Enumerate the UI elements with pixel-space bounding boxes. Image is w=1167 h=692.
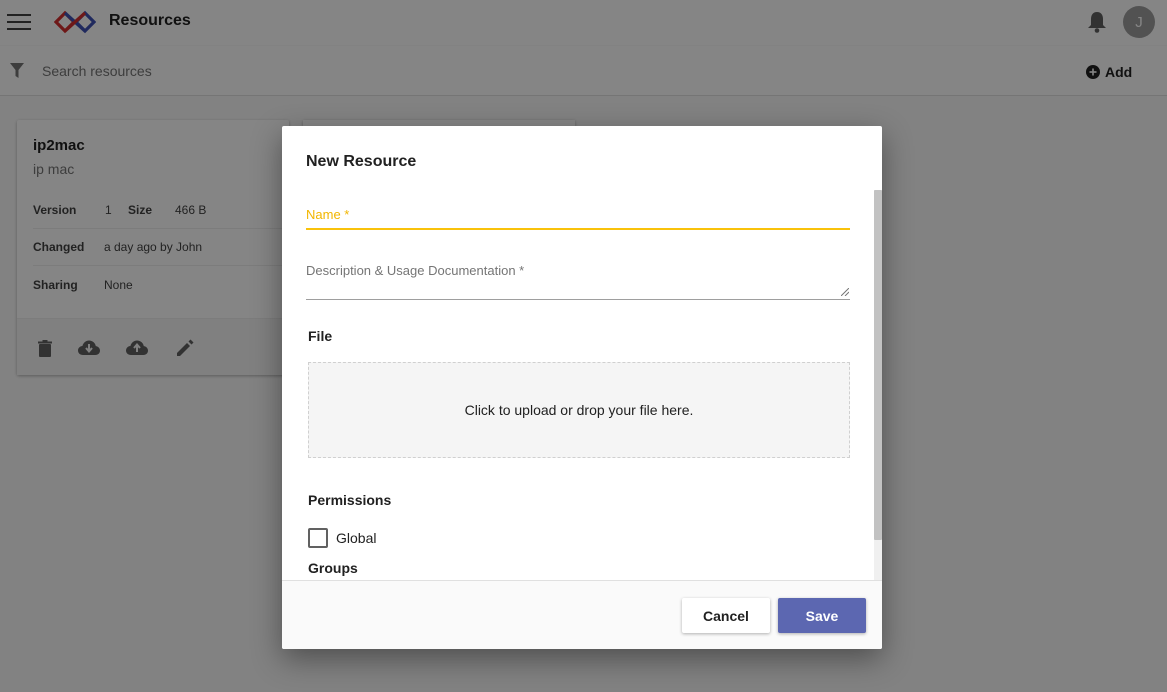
permissions-section-label: Permissions (308, 492, 392, 508)
global-checkbox-row[interactable]: Global (308, 528, 376, 548)
dialog-footer: Cancel Save (282, 580, 882, 649)
global-checkbox-label: Global (336, 530, 377, 546)
name-field-label: Name * (306, 207, 350, 222)
global-checkbox[interactable] (308, 528, 328, 548)
dialog-body: Name * Description & Usage Documentation… (282, 190, 882, 580)
description-field-label: Description & Usage Documentation * (306, 263, 525, 278)
file-section-label: File (308, 328, 333, 344)
description-field[interactable]: Description & Usage Documentation * (306, 260, 850, 300)
new-resource-dialog: New Resource Name * Description & Usage … (282, 126, 882, 649)
dropzone-text: Click to upload or drop your file here. (464, 402, 694, 418)
cancel-button[interactable]: Cancel (682, 598, 770, 633)
dialog-scrollbar[interactable] (874, 190, 882, 580)
resize-grip-icon[interactable] (841, 288, 849, 296)
name-field[interactable]: Name * (306, 206, 850, 230)
scrollbar-thumb[interactable] (874, 190, 882, 540)
file-dropzone[interactable]: Click to upload or drop your file here. (308, 362, 850, 458)
dialog-title: New Resource (306, 153, 417, 170)
save-button[interactable]: Save (778, 598, 866, 633)
groups-section-label: Groups (308, 560, 358, 576)
